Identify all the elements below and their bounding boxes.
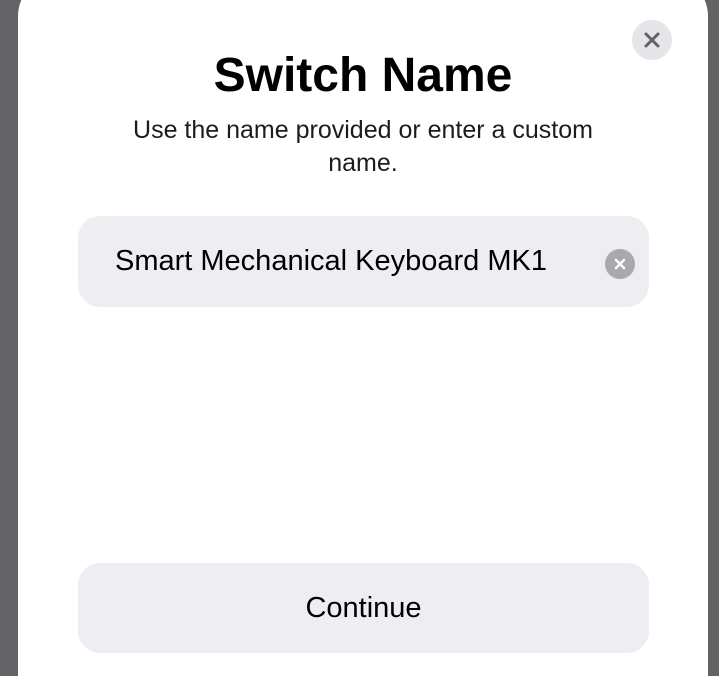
name-input-field[interactable]: Smart Mechanical Keyboard MK1 (78, 216, 649, 307)
name-input-value[interactable]: Smart Mechanical Keyboard MK1 (115, 216, 547, 307)
page-subtitle: Use the name provided or enter a custom … (133, 116, 593, 177)
page-title: Switch Name (213, 49, 513, 102)
continue-button[interactable]: Continue (78, 563, 649, 653)
clear-icon (614, 258, 626, 270)
continue-label: Continue (305, 591, 422, 624)
clear-text-button[interactable] (605, 249, 635, 279)
switch-name-sheet: Switch Name Use the name provided or ent… (18, 0, 708, 676)
